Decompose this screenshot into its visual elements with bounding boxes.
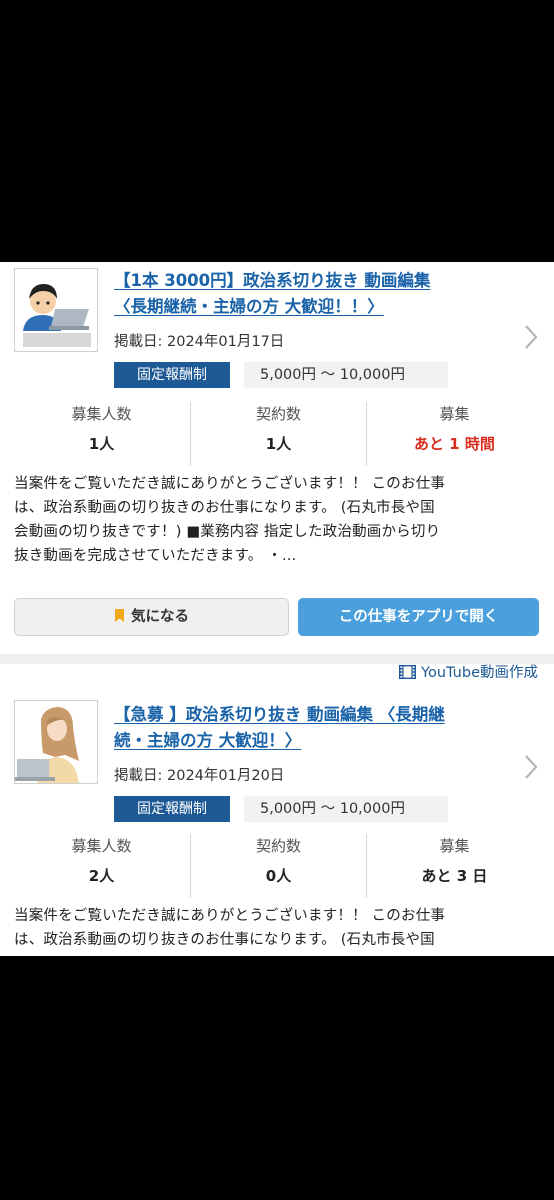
stat-value: あと 3 日 xyxy=(421,867,488,885)
description-line: は、政治系動画の切り抜きのお仕事になります。 (石丸市長や国 xyxy=(14,500,435,516)
stat-label: 募集 xyxy=(439,405,470,423)
client-thumbnail[interactable] xyxy=(14,268,98,352)
description-line: 当案件をご覧いただき誠にありがとうございます！！ このお仕事 xyxy=(14,908,446,924)
stat-value: 0人 xyxy=(265,867,292,885)
job-title-link[interactable]: 【急募 】政治系切り抜き 動画編集 〈長期継 続・主婦の方 大歓迎！〉 xyxy=(114,702,514,754)
job-title-line1: 【1本 3000円】政治系切り抜き 動画編集 xyxy=(114,271,431,290)
pay-type-badge: 固定報酬制 xyxy=(114,362,230,388)
description-line: 会動画の切り抜きです！) ■業務内容 指定した政治動画から切り xyxy=(14,524,441,540)
job-title-line2: 〈長期継続・主婦の方 大歓迎！！〉 xyxy=(114,297,384,316)
stat-value: 2人 xyxy=(88,867,115,885)
job-title-line2: 続・主婦の方 大歓迎！〉 xyxy=(114,731,302,750)
favorite-label: 気になる xyxy=(131,609,189,625)
client-thumbnail[interactable] xyxy=(14,700,98,784)
pay-type-badge: 固定報酬制 xyxy=(114,796,230,822)
stat-value: 1人 xyxy=(88,435,115,453)
job-title-line1: 【急募 】政治系切り抜き 動画編集 〈長期継 xyxy=(114,705,445,724)
job-description: 当案件をご覧いただき誠にありがとうございます！！ このお仕事 は、政治系動画の切… xyxy=(14,904,544,952)
stat-label: 募集 xyxy=(439,837,470,855)
job-title-link[interactable]: 【1本 3000円】政治系切り抜き 動画編集 〈長期継続・主婦の方 大歓迎！！〉 xyxy=(114,268,514,320)
stat-recruit-count: 募集人数 1人 xyxy=(14,402,189,458)
stat-label: 契約数 xyxy=(255,405,301,423)
stat-recruit-count: 募集人数 2人 xyxy=(14,834,189,890)
posted-date: 掲載日: 2024年01月20日 xyxy=(114,768,285,784)
stat-contract-count: 契約数 0人 xyxy=(191,834,366,890)
stat-label: 募集人数 xyxy=(71,405,132,423)
description-line: は、政治系動画の切り抜きのお仕事になります。 (石丸市長や国 xyxy=(14,932,435,948)
price-range: 5,000円 ～ 10,000円 xyxy=(244,796,448,822)
stats-row: 募集人数 1人 契約数 1人 募集 あと 1 時間 xyxy=(14,402,540,466)
stat-contract-count: 契約数 1人 xyxy=(191,402,366,458)
stat-value-urgent: あと 1 時間 xyxy=(414,435,495,453)
chevron-right-icon[interactable] xyxy=(520,752,540,782)
category-tag[interactable]: YouTube動画作成 xyxy=(399,661,538,682)
category-label: YouTube動画作成 xyxy=(421,665,538,681)
stat-label: 募集人数 xyxy=(71,837,132,855)
posted-date: 掲載日: 2024年01月17日 xyxy=(114,334,285,350)
description-line: 抜き動画を完成させていただきます。 ・... xyxy=(14,548,297,564)
favorite-button[interactable]: 気になる xyxy=(14,598,289,636)
bookmark-icon xyxy=(115,609,124,622)
description-line: 当案件をご覧いただき誠にありがとうございます！！ このお仕事 xyxy=(14,476,446,492)
stat-label: 契約数 xyxy=(255,837,301,855)
job-description: 当案件をご覧いただき誠にありがとうございます！！ このお仕事 は、政治系動画の切… xyxy=(14,472,544,568)
stat-deadline: 募集 あと 1 時間 xyxy=(367,402,542,458)
open-in-app-button[interactable]: この仕事をアプリで開く xyxy=(298,598,539,636)
chevron-right-icon[interactable] xyxy=(520,322,540,352)
job-list: 【1本 3000円】政治系切り抜き 動画編集 〈長期継続・主婦の方 大歓迎！！〉… xyxy=(0,262,554,956)
film-icon xyxy=(399,664,417,680)
stat-value: 1人 xyxy=(265,435,292,453)
price-range: 5,000円 ～ 10,000円 xyxy=(244,362,448,388)
stats-row: 募集人数 2人 契約数 0人 募集 あと 3 日 xyxy=(14,834,540,898)
stat-deadline: 募集 あと 3 日 xyxy=(367,834,542,890)
